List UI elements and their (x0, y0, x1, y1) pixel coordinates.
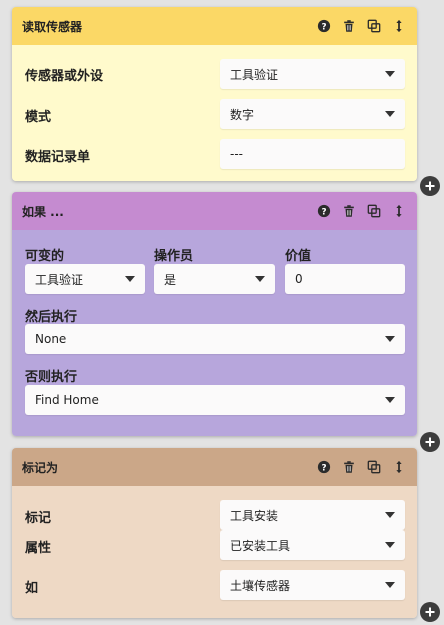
property-value: 已安装工具 (230, 538, 291, 553)
property-label: 属性 (25, 541, 52, 556)
read-sensor-header[interactable]: 读取传感器 (12, 7, 417, 45)
plus-icon (424, 436, 436, 448)
mark-as-header[interactable]: 标记为 (12, 448, 417, 486)
trash-icon[interactable] (341, 18, 357, 34)
as-select[interactable]: 土壤传感器 (220, 570, 405, 600)
mark-as-block: 标记为 标记 工具安装 属性 已安装工具 如 土壤传感器 (12, 448, 417, 618)
help-icon[interactable] (316, 18, 332, 34)
operator-value: 是 (164, 272, 177, 287)
caret-down-icon (385, 397, 395, 403)
as-label: 如 (25, 581, 39, 596)
caret-down-icon (385, 71, 395, 77)
help-icon[interactable] (316, 459, 332, 475)
caret-down-icon (385, 111, 395, 117)
sensor-select[interactable]: 工具验证 (220, 59, 405, 89)
block-title: 读取传感器 (22, 19, 83, 34)
operator-select[interactable]: 是 (154, 264, 275, 294)
caret-down-icon (385, 542, 395, 548)
block-title: 如果 ... (22, 204, 64, 219)
variable-label: 可变的 (25, 249, 65, 264)
add-step-button[interactable] (420, 176, 440, 196)
caret-down-icon (385, 336, 395, 342)
then-label: 然后执行 (25, 310, 78, 325)
plus-icon (424, 606, 436, 618)
variable-value: 工具验证 (35, 272, 84, 287)
caret-down-icon (125, 276, 135, 282)
copy-icon[interactable] (366, 203, 382, 219)
mode-label: 模式 (25, 110, 52, 125)
value-value: 0 (295, 272, 303, 286)
value-label: 价值 (285, 249, 312, 264)
property-select[interactable]: 已安装工具 (220, 530, 405, 560)
vertical-arrows-icon[interactable] (391, 18, 407, 34)
then-select[interactable]: None (25, 324, 405, 354)
mark-select[interactable]: 工具安装 (220, 500, 405, 530)
add-step-button[interactable] (420, 432, 440, 452)
if-header[interactable]: 如果 ... (12, 192, 417, 230)
as-value: 土壤传感器 (230, 578, 291, 593)
vertical-arrows-icon[interactable] (391, 459, 407, 475)
else-select[interactable]: Find Home (25, 385, 405, 415)
block-title: 标记为 (22, 460, 59, 475)
then-value: None (35, 332, 67, 346)
sensor-value: 工具验证 (230, 67, 279, 82)
datalog-value: --- (230, 147, 243, 161)
else-label: 否则执行 (25, 370, 78, 385)
plus-icon (424, 180, 436, 192)
caret-down-icon (255, 276, 265, 282)
mark-value: 工具安装 (230, 508, 279, 523)
copy-icon[interactable] (366, 459, 382, 475)
caret-down-icon (385, 512, 395, 518)
mode-select[interactable]: 数字 (220, 99, 405, 129)
datalog-label: 数据记录单 (25, 150, 91, 165)
sensor-label: 传感器或外设 (25, 69, 104, 84)
add-step-button[interactable] (420, 602, 440, 622)
caret-down-icon (385, 582, 395, 588)
else-value: Find Home (35, 393, 99, 407)
read-sensor-block: 读取传感器 传感器或外设 工具验证 模式 数字 数据记录单 --- (12, 7, 417, 181)
trash-icon[interactable] (341, 459, 357, 475)
help-icon[interactable] (316, 203, 332, 219)
vertical-arrows-icon[interactable] (391, 203, 407, 219)
datalog-field[interactable]: --- (220, 139, 405, 169)
value-input[interactable]: 0 (285, 264, 405, 294)
operator-label: 操作员 (154, 249, 194, 264)
copy-icon[interactable] (366, 18, 382, 34)
variable-select[interactable]: 工具验证 (25, 264, 145, 294)
if-block: 如果 ... 可变的 工具验证 操作员 是 价值 0 然后执行 None 否则执… (12, 192, 417, 436)
mark-label: 标记 (25, 511, 52, 526)
trash-icon[interactable] (341, 203, 357, 219)
mode-value: 数字 (230, 107, 255, 122)
